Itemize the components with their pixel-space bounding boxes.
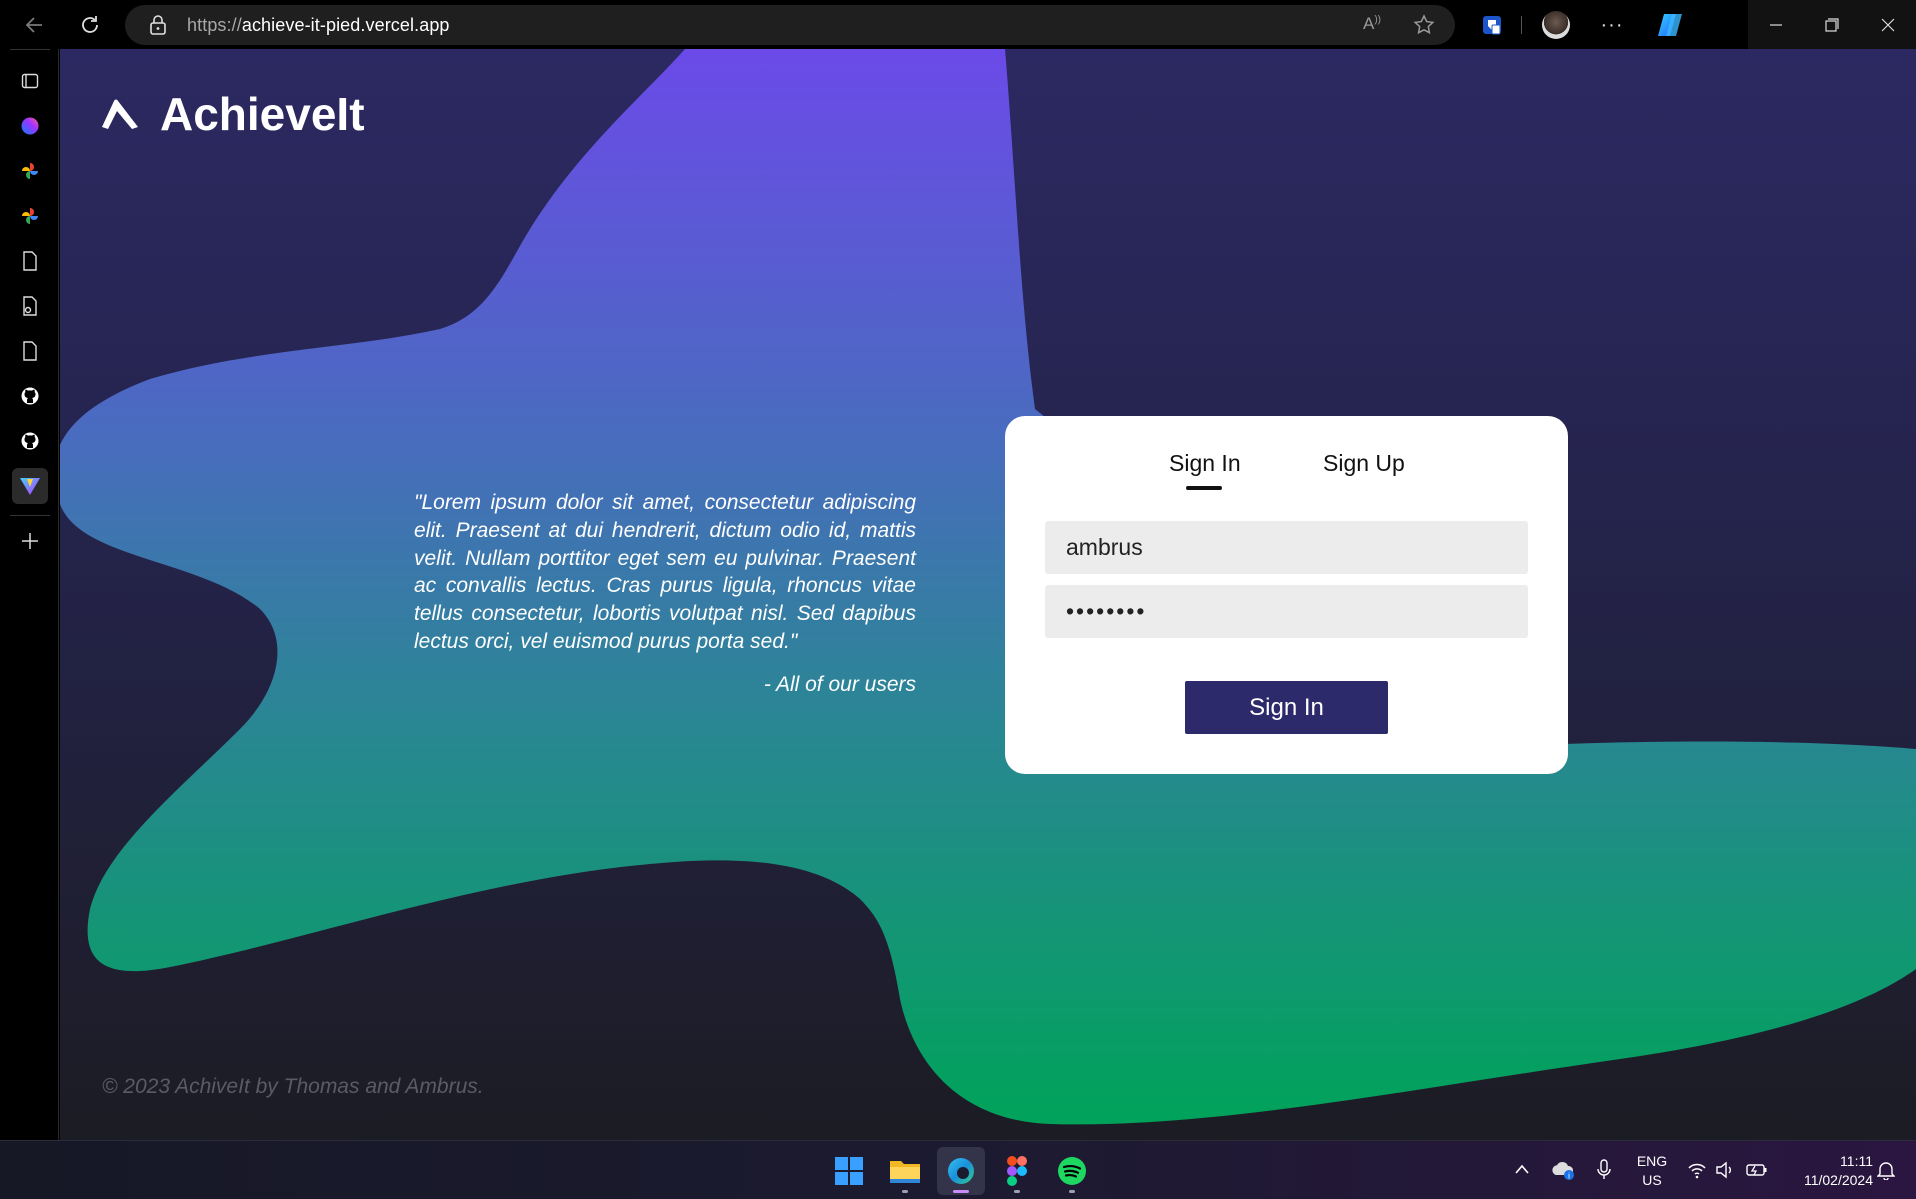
sidebar-item-tabs[interactable]	[12, 63, 48, 99]
clock-time: 11:11	[1840, 1153, 1873, 1169]
tab-sign-up[interactable]: Sign Up	[1323, 450, 1405, 477]
pinwheel-icon	[22, 163, 38, 179]
password-field[interactable]	[1045, 585, 1528, 638]
github-icon	[21, 432, 39, 450]
sidebar-item-messenger[interactable]	[12, 108, 48, 144]
close-button[interactable]	[1860, 0, 1916, 49]
page-viewport: AchieveIt "Lorem ipsum dolor sit amet, c…	[60, 49, 1916, 1140]
taskbar-figma[interactable]	[993, 1147, 1041, 1195]
battery-icon[interactable]	[1746, 1162, 1768, 1178]
sidebar-item-document-2[interactable]	[12, 333, 48, 369]
read-aloud-icon[interactable]: A))	[1363, 14, 1381, 34]
sidebar-item-document[interactable]	[12, 243, 48, 279]
minimize-button[interactable]	[1748, 0, 1804, 49]
sidebar-item-photos[interactable]	[12, 153, 48, 189]
refresh-button[interactable]	[71, 6, 109, 44]
close-icon	[1881, 18, 1895, 31]
extension-shield-icon	[1483, 16, 1501, 35]
messenger-icon	[21, 117, 39, 135]
copilot-button[interactable]	[1651, 6, 1689, 44]
brand-logo[interactable]: AchieveIt	[100, 87, 365, 141]
profile-button[interactable]	[1537, 6, 1575, 44]
plus-icon	[22, 533, 38, 549]
username-field[interactable]	[1045, 521, 1528, 574]
github-icon	[21, 387, 39, 405]
background-blob	[60, 49, 1916, 1125]
sidebar-item-vercel-active[interactable]	[12, 468, 48, 504]
region-code: US	[1642, 1172, 1662, 1188]
url-host: achieve-it-pied.vercel.app	[241, 15, 450, 35]
sidebar-item-photos-2[interactable]	[12, 198, 48, 234]
document-icon	[23, 251, 37, 271]
active-indicator	[953, 1190, 969, 1193]
tab-actions-icon	[21, 73, 39, 89]
restore-button[interactable]	[1804, 0, 1860, 49]
browser-sidebar	[0, 49, 59, 1140]
edge-icon	[948, 1158, 974, 1184]
notification-bell-icon[interactable]	[1877, 1160, 1895, 1180]
spotify-icon	[1058, 1157, 1086, 1185]
active-tab-indicator	[1186, 486, 1222, 490]
sign-in-button[interactable]: Sign In	[1185, 681, 1388, 734]
back-button[interactable]	[16, 6, 54, 44]
sidebar-add-button[interactable]	[12, 523, 48, 559]
url-protocol: https://	[187, 15, 242, 35]
achieveit-logo-icon	[102, 99, 138, 129]
sidebar-item-github-2[interactable]	[12, 423, 48, 459]
running-indicator	[1014, 1190, 1020, 1193]
restore-icon	[1825, 17, 1839, 32]
address-bar[interactable]: https://achieve-it-pied.vercel.app A))	[125, 5, 1455, 45]
taskbar-spotify[interactable]	[1048, 1147, 1096, 1195]
vite-icon	[20, 478, 40, 495]
running-indicator	[1069, 1190, 1075, 1193]
language-code: ENG	[1636, 1153, 1668, 1169]
pinwheel-icon	[22, 208, 38, 224]
windows-taskbar: i ENG US 11:11 11/02/2024	[0, 1140, 1916, 1199]
browser-toolbar: https://achieve-it-pied.vercel.app A)) ·…	[0, 0, 1916, 49]
lock-icon	[150, 15, 166, 35]
minimize-icon	[1770, 23, 1782, 26]
document-icon	[23, 341, 37, 361]
extension-button[interactable]	[1473, 6, 1511, 44]
wifi-icon[interactable]	[1687, 1161, 1707, 1179]
document-gear-icon	[23, 296, 37, 316]
sidebar-divider	[10, 515, 50, 516]
more-options-icon[interactable]: ···	[1593, 6, 1631, 44]
chevron-up-icon[interactable]	[1514, 1163, 1530, 1175]
brand-name: AchieveIt	[160, 88, 365, 140]
svg-text:i: i	[1568, 1172, 1570, 1181]
tab-sign-in[interactable]: Sign In	[1169, 450, 1241, 477]
sidebar-item-document-settings[interactable]	[12, 288, 48, 324]
back-arrow-icon	[25, 17, 42, 33]
refresh-icon	[82, 16, 98, 33]
onedrive-icon[interactable]: i	[1550, 1159, 1576, 1181]
auth-card: Sign In Sign Up Sign In	[1005, 416, 1568, 774]
copilot-icon	[1658, 14, 1682, 36]
favorite-star-icon[interactable]	[1413, 14, 1435, 36]
sidebar-divider	[10, 49, 50, 50]
language-indicator[interactable]: ENG US	[1632, 1152, 1672, 1190]
clock-date: 11/02/2024	[1803, 1172, 1873, 1188]
running-indicator	[902, 1190, 908, 1193]
url-text[interactable]: https://achieve-it-pied.vercel.app	[187, 15, 450, 36]
testimonial-author: - All of our users	[763, 673, 916, 696]
taskbar-file-explorer[interactable]	[881, 1147, 929, 1195]
taskbar-edge[interactable]	[937, 1147, 985, 1195]
avatar	[1542, 11, 1570, 39]
toolbar-divider	[1521, 16, 1522, 34]
figma-icon	[1007, 1156, 1027, 1186]
folder-icon	[890, 1161, 920, 1183]
footer-copyright: © 2023 AchivеIt by Thomas and Ambrus.	[102, 1075, 484, 1098]
sidebar-item-github[interactable]	[12, 378, 48, 414]
start-button[interactable]	[825, 1147, 873, 1195]
clock[interactable]: 11:11 11/02/2024	[1783, 1152, 1873, 1190]
volume-icon[interactable]	[1715, 1161, 1735, 1179]
windows-logo-icon	[835, 1157, 863, 1185]
testimonial-quote: "Lorem ipsum dolor sit amet, consectetur…	[414, 491, 916, 653]
microphone-icon[interactable]	[1596, 1159, 1612, 1181]
